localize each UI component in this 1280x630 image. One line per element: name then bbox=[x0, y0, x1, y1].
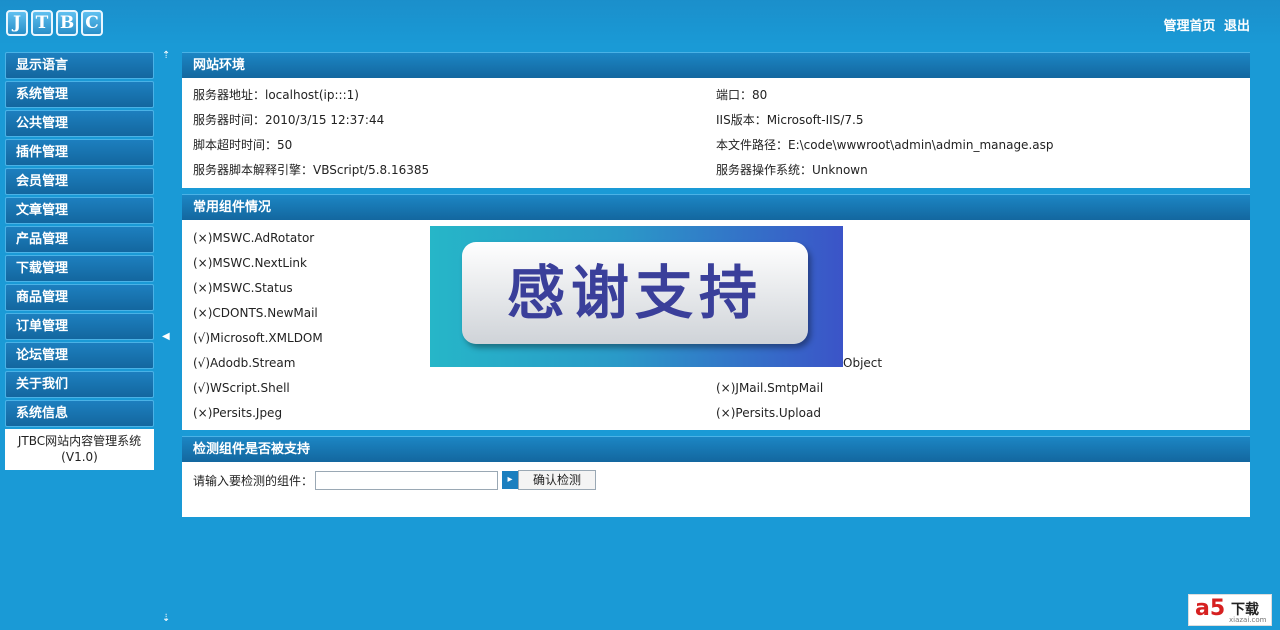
components-panel-title: 常用组件情况 bbox=[182, 194, 1250, 220]
product-version: (V1.0) bbox=[61, 450, 98, 464]
env-grid: 服务器地址：localhost(ip:::1) 端口：80 服务器时间：2010… bbox=[182, 78, 1250, 183]
server-address: 服务器地址：localhost(ip:::1) bbox=[193, 88, 359, 102]
server-port: 端口：80 bbox=[716, 88, 768, 102]
sidebar-item-articles[interactable]: 文章管理 bbox=[5, 197, 154, 224]
sidebar-item-system[interactable]: 系统管理 bbox=[5, 81, 154, 108]
logo-letter: T bbox=[31, 10, 53, 36]
scroll-down-icon[interactable]: ⇣ bbox=[162, 613, 170, 624]
server-time: 服务器时间：2010/3/15 12:37:44 bbox=[193, 113, 385, 127]
top-links: 管理首页 退出 bbox=[1159, 15, 1250, 34]
sidebar-item-forum[interactable]: 论坛管理 bbox=[5, 342, 154, 369]
scroll-up-icon[interactable]: ⇡ bbox=[162, 50, 170, 61]
sidebar-item-about[interactable]: 关于我们 bbox=[5, 371, 154, 398]
top-header: J T B C 管理首页 退出 bbox=[0, 0, 1280, 46]
check-form: 请输入要检测的组件： ▸ 确认检测 bbox=[182, 462, 1250, 498]
script-engine: 服务器脚本解释引擎：VBScript/5.8.16385 bbox=[193, 163, 430, 177]
collapse-sidebar-icon[interactable]: ◀ bbox=[162, 331, 170, 342]
confirm-check-button[interactable]: 确认检测 bbox=[518, 470, 597, 490]
file-path: 本文件路径：E:\code\wwwroot\admin\admin_manage… bbox=[716, 138, 1054, 152]
a5-logo: a5 bbox=[1195, 596, 1226, 621]
jtbc-logo: J T B C bbox=[6, 10, 103, 38]
arrow-right-icon[interactable]: ▸ bbox=[502, 471, 519, 489]
logo-letter: J bbox=[6, 10, 28, 36]
a5-watermark: a5 下载 xiazai.com bbox=[1188, 594, 1272, 626]
sidebar-item-public[interactable]: 公共管理 bbox=[5, 110, 154, 137]
component-input-label: 请输入要检测的组件： bbox=[193, 473, 314, 488]
component-status: (×)JMail.SmtpMail bbox=[716, 381, 824, 395]
component-status: (×)Persits.Jpeg bbox=[193, 406, 283, 420]
sidebar-item-language[interactable]: 显示语言 bbox=[5, 52, 154, 79]
product-name: JTBC网站内容管理系统 bbox=[17, 434, 142, 448]
sidebar-item-members[interactable]: 会员管理 bbox=[5, 168, 154, 195]
sidebar-item-plugins[interactable]: 插件管理 bbox=[5, 139, 154, 166]
logo-letter: C bbox=[81, 10, 103, 36]
env-panel: 网站环境 服务器地址：localhost(ip:::1) 端口：80 服务器时间… bbox=[182, 52, 1250, 188]
thanks-banner: 感谢支持 bbox=[430, 226, 843, 367]
logout-link[interactable]: 退出 bbox=[1224, 19, 1250, 34]
sidebar-footer: JTBC网站内容管理系统 (V1.0) bbox=[5, 429, 154, 470]
thanks-text: 感谢支持 bbox=[462, 242, 808, 344]
script-timeout: 脚本超时时间：50 bbox=[193, 138, 293, 152]
component-status: (×)Persits.Upload bbox=[716, 406, 821, 420]
iis-version: IIS版本：Microsoft-IIS/7.5 bbox=[716, 113, 864, 127]
sidebar-item-orders[interactable]: 订单管理 bbox=[5, 313, 154, 340]
sidebar-item-downloads[interactable]: 下载管理 bbox=[5, 255, 154, 282]
sidebar-item-goods[interactable]: 商品管理 bbox=[5, 284, 154, 311]
check-panel: 检测组件是否被支持 请输入要检测的组件： ▸ 确认检测 bbox=[182, 436, 1250, 517]
admin-home-link[interactable]: 管理首页 bbox=[1163, 19, 1215, 34]
logo-letter: B bbox=[56, 10, 78, 36]
check-panel-title: 检测组件是否被支持 bbox=[182, 436, 1250, 462]
watermark-url: xiazai.com bbox=[1229, 616, 1267, 624]
sidebar-item-products[interactable]: 产品管理 bbox=[5, 226, 154, 253]
sidebar-item-sysinfo[interactable]: 系统信息 bbox=[5, 400, 154, 427]
env-panel-title: 网站环境 bbox=[182, 52, 1250, 78]
sidebar: 显示语言 系统管理 公共管理 插件管理 会员管理 文章管理 产品管理 下载管理 … bbox=[5, 52, 154, 470]
component-input[interactable] bbox=[315, 470, 499, 490]
server-os: 服务器操作系统：Unknown bbox=[716, 163, 868, 177]
component-status: (√)WScript.Shell bbox=[193, 381, 290, 395]
